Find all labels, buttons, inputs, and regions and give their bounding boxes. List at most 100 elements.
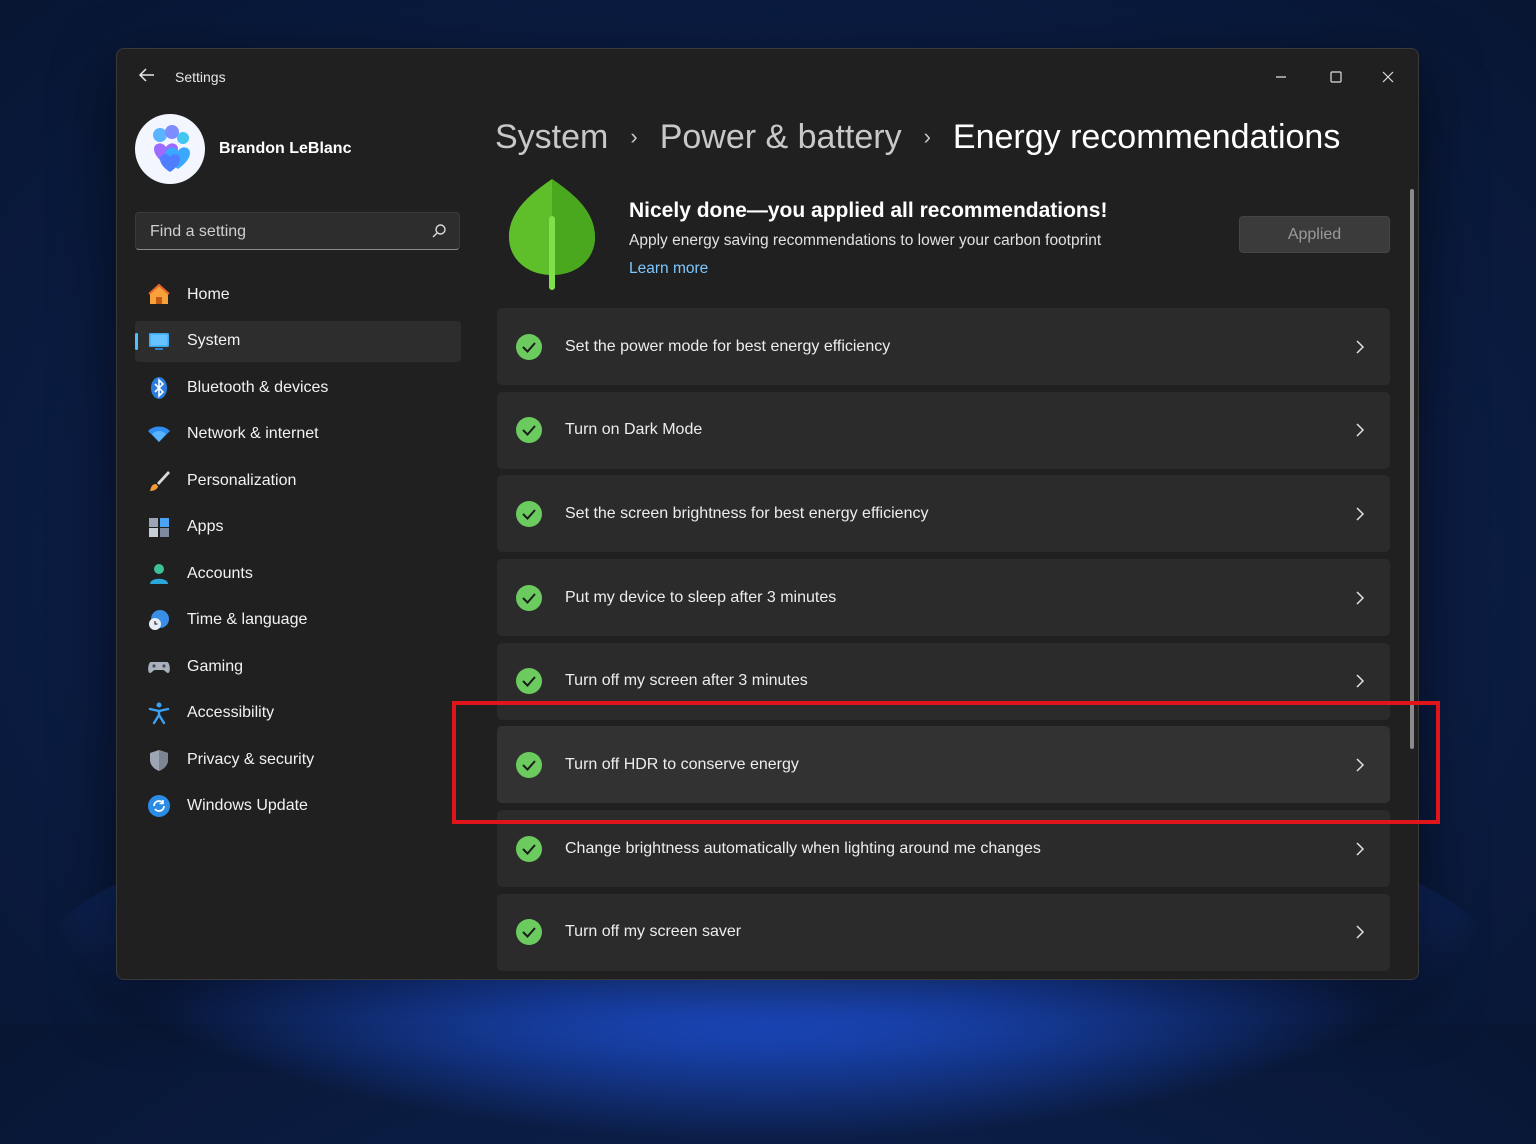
arrow-left-icon xyxy=(138,68,154,82)
sidebar-item-label: Accessibility xyxy=(187,704,275,721)
check-circle-icon xyxy=(516,333,542,360)
avatar-hearts-icon xyxy=(153,125,190,172)
recommendation-item-hdr[interactable]: Turn off HDR to conserve energy xyxy=(497,726,1390,804)
recommendation-label: Turn on Dark Mode xyxy=(565,421,703,439)
check-circle-icon xyxy=(516,417,542,444)
controller-icon xyxy=(147,655,171,679)
maximize-icon xyxy=(1330,71,1342,83)
breadcrumb-separator: › xyxy=(630,124,638,149)
hero-banner: Nicely done—you applied all recommendati… xyxy=(497,179,1390,299)
sidebar-item-label: Apps xyxy=(187,518,224,535)
accessibility-icon xyxy=(147,701,171,725)
settings-window: Settings Brandon LeBlanc Find a setting … xyxy=(116,48,1419,980)
sidebar-item-label: Bluetooth & devices xyxy=(187,378,329,396)
recommendation-item[interactable]: Turn off my screen saver xyxy=(497,893,1390,971)
chevron-right-icon xyxy=(1356,925,1365,939)
recommendation-item[interactable]: Put my device to sleep after 3 minutes xyxy=(497,559,1390,637)
chevron-right-icon xyxy=(1356,339,1365,354)
recommendation-label: Set the power mode for best energy effic… xyxy=(565,337,891,355)
hero-title: Nicely done—you applied all recommendati… xyxy=(629,199,1108,222)
chevron-right-icon xyxy=(1356,758,1365,772)
person-icon xyxy=(147,562,171,586)
title-bar: Settings xyxy=(117,49,1418,107)
chevron-right-icon xyxy=(1356,423,1365,437)
sidebar-item-privacy[interactable]: Privacy & security xyxy=(135,739,461,780)
wifi-icon xyxy=(147,422,171,446)
sidebar-item-label: Network & internet xyxy=(187,425,319,442)
hero-subtitle: Apply energy saving recommendations to l… xyxy=(629,232,1102,249)
search-box[interactable] xyxy=(135,212,460,251)
user-name: Brandon LeBlanc xyxy=(219,140,352,157)
recommendation-label: Set the screen brightness for best energ… xyxy=(565,504,929,522)
sidebar-item-label: Gaming xyxy=(187,657,244,675)
sidebar-item-label: System xyxy=(187,332,241,349)
sidebar-item-personalization[interactable]: Personalization xyxy=(135,460,461,501)
chevron-right-icon xyxy=(1356,591,1365,605)
shield-icon xyxy=(147,748,171,772)
clock-globe-icon xyxy=(147,608,171,632)
chevron-right-icon xyxy=(1356,674,1365,688)
breadcrumb-power-battery[interactable]: Power & battery xyxy=(660,118,902,157)
recommendation-label: Turn off HDR to conserve energy xyxy=(565,755,799,773)
recommendation-item[interactable]: Change brightness automatically when lig… xyxy=(497,810,1390,888)
sidebar-item-system[interactable]: System xyxy=(135,320,461,362)
minimize-icon xyxy=(1276,76,1286,78)
recommendation-label: Turn off my screen saver xyxy=(565,923,742,941)
recommendation-list: Set the power mode for best energy effic… xyxy=(497,308,1390,978)
check-circle-icon xyxy=(516,668,542,695)
recommendation-label: Put my device to sleep after 3 minutes xyxy=(565,588,837,606)
profile[interactable]: Brandon LeBlanc xyxy=(135,113,351,185)
chevron-right-icon xyxy=(1356,842,1365,856)
apps-icon xyxy=(147,515,171,539)
page-title: Energy recommendations xyxy=(952,117,1341,156)
recommendation-item[interactable]: Set the power mode for best energy effic… xyxy=(497,308,1390,385)
recommendation-item[interactable]: Turn on Dark Mode xyxy=(497,391,1390,469)
breadcrumb-separator: › xyxy=(923,124,931,149)
sidebar-item-label: Personalization xyxy=(187,471,297,489)
check-circle-icon xyxy=(516,919,542,946)
sidebar-item-label: Privacy & security xyxy=(187,750,315,768)
check-circle-icon xyxy=(516,584,542,611)
recommendation-label: Turn off my screen after 3 minutes xyxy=(565,672,808,690)
app-title: Settings xyxy=(175,69,226,85)
search-input[interactable] xyxy=(148,213,422,251)
sidebar-nav: Home System Bluetooth & devices Network … xyxy=(135,274,461,832)
check-circle-icon xyxy=(516,751,542,778)
sidebar-item-label: Accounts xyxy=(187,564,253,582)
learn-more-link[interactable]: Learn more xyxy=(629,260,708,278)
sidebar-item-accounts[interactable]: Accounts xyxy=(135,553,461,594)
avatar xyxy=(135,114,205,184)
recommendation-label: Change brightness automatically when lig… xyxy=(565,839,1041,857)
maximize-button[interactable] xyxy=(1313,59,1359,95)
sidebar-item-apps[interactable]: Apps xyxy=(135,507,461,548)
sidebar-item-bluetooth[interactable]: Bluetooth & devices xyxy=(135,367,461,408)
scrollbar[interactable] xyxy=(1410,189,1414,749)
sidebar-item-time-language[interactable]: Time & language xyxy=(135,600,461,641)
breadcrumb-system[interactable]: System xyxy=(495,118,608,157)
sidebar-item-home[interactable]: Home xyxy=(135,274,461,315)
sidebar-item-gaming[interactable]: Gaming xyxy=(135,646,461,687)
sidebar-item-label: Windows Update xyxy=(187,797,308,814)
system-icon xyxy=(147,329,171,353)
sidebar-item-network[interactable]: Network & internet xyxy=(135,414,461,455)
home-icon xyxy=(147,283,171,307)
content-area: Nicely done—you applied all recommendati… xyxy=(497,179,1390,979)
minimize-button[interactable] xyxy=(1258,59,1304,95)
sidebar-item-windows-update[interactable]: Windows Update xyxy=(135,786,461,827)
breadcrumb: System › Power & battery › Energy recomm… xyxy=(495,115,1340,159)
leaf-icon xyxy=(509,179,595,290)
back-button[interactable] xyxy=(135,67,159,87)
close-icon xyxy=(1382,71,1394,83)
sidebar-item-accessibility[interactable]: Accessibility xyxy=(135,693,461,734)
recommendation-item[interactable]: Turn off my screen after 3 minutes xyxy=(497,642,1390,720)
update-icon xyxy=(147,794,171,818)
search-icon[interactable] xyxy=(431,223,447,239)
recommendation-item[interactable]: Set the screen brightness for best energ… xyxy=(497,475,1390,553)
sidebar-item-label: Home xyxy=(187,285,230,303)
applied-button[interactable]: Applied xyxy=(1239,216,1390,253)
brush-icon xyxy=(147,469,171,493)
bluetooth-icon xyxy=(147,376,171,400)
close-button[interactable] xyxy=(1365,59,1411,95)
chevron-right-icon xyxy=(1356,507,1365,521)
sidebar-item-label: Time & language xyxy=(187,611,308,628)
